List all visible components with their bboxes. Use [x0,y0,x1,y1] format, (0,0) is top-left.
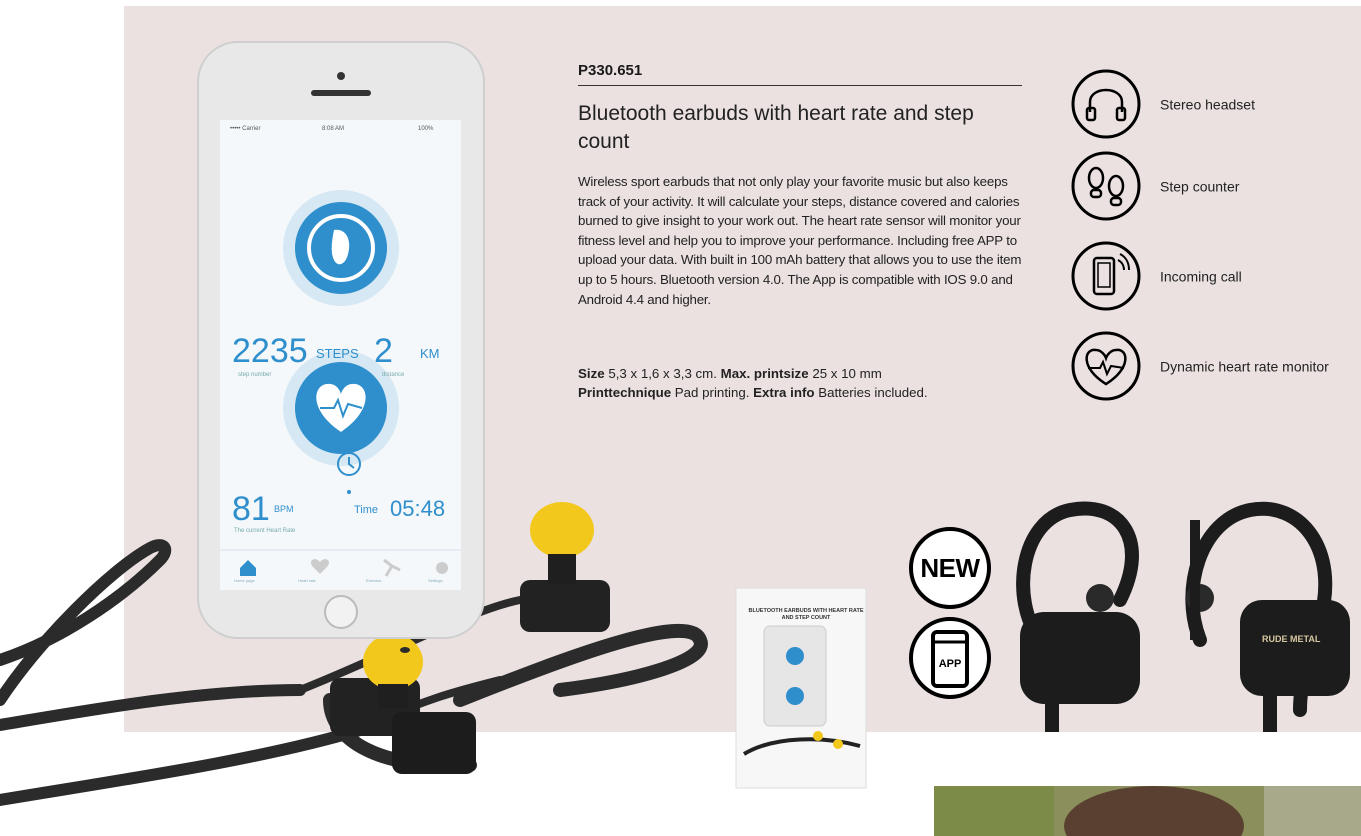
spec-size-value: 5,3 x 1,6 x 3,3 cm. [608,366,717,381]
status-carrier: ••••• Carrier [230,126,261,132]
product-title: Bluetooth earbuds with heart rate and st… [578,102,974,153]
phone-ringing-icon [1071,241,1141,311]
spec-technique-value: Pad printing. [674,385,750,400]
spec-technique-label: Printtechnique [578,385,672,400]
earbuds-closeup-image [1016,501,1350,732]
distance-value: 2 [374,332,393,370]
person-photo [934,786,1361,836]
product-specs: Size 5,3 x 1,6 x 3,3 cm. Max. printsize … [578,364,1028,402]
tab-exercise: Exercise [366,578,382,583]
bpm-value: 81 [232,490,270,528]
spec-extra-label: Extra info [753,385,815,400]
feature-step-counter: Step counter [1070,150,1350,224]
new-badge: NEW [908,526,992,610]
phone-screen: ••••• Carrier 8:08 AM 100% 2235 STEPS st… [222,122,459,588]
product-description: Wireless sport earbuds that not only pla… [578,174,1022,307]
new-badge-text: NEW [920,552,980,583]
steps-caption: step number [238,372,272,378]
feature-heart-rate-monitor: Dynamic heart rate monitor [1070,330,1350,404]
bpm-caption: The current Heart Rate [234,528,296,534]
feature-label: Incoming call [1160,268,1242,285]
time-label: Time [354,504,379,516]
steps-value: 2235 [232,332,308,370]
app-badge-text: APP [938,658,962,670]
feature-stereo-headset: Stereo headset [1070,68,1350,142]
time-value: 05:48 [390,496,446,521]
feature-label: Stereo headset [1160,96,1255,113]
app-badge: APP [908,616,992,700]
spec-printsize-label: Max. printsize [720,366,809,381]
status-battery: 100% [418,126,434,132]
manual-booklet: BLUETOOTH EARBUDS WITH HEART RATE AND ST… [734,586,872,792]
tab-home: Home page [234,578,255,583]
heart-rate-icon [1071,331,1141,401]
distance-unit: KM [420,346,440,361]
feature-label: Step counter [1160,178,1240,195]
distance-caption: distance [382,372,405,378]
booklet-title: BLUETOOTH EARBUDS WITH HEART RATE AND ST… [748,608,864,621]
spec-size-label: Size [578,366,605,381]
earbud-brand-logo: RUDE METAL [1262,634,1321,644]
headphones-icon [1071,69,1141,139]
footprints-icon [1071,151,1141,221]
feature-label: Dynamic heart rate monitor [1160,358,1329,375]
smartphone-image: ••••• Carrier 8:08 AM 100% 2235 STEPS st… [196,40,486,640]
tab-heart-rate: Heart rate [298,578,316,583]
product-sku: P330.651 [578,62,1022,86]
steps-unit: STEPS [316,346,359,361]
tab-settings: Settings [428,578,443,583]
status-time: 8:08 AM [322,126,345,132]
spec-printsize-value: 25 x 10 mm [812,366,882,381]
bpm-unit: BPM [274,504,294,514]
spec-extra-value: Batteries included. [818,385,928,400]
feature-incoming-call: Incoming call [1070,240,1350,314]
